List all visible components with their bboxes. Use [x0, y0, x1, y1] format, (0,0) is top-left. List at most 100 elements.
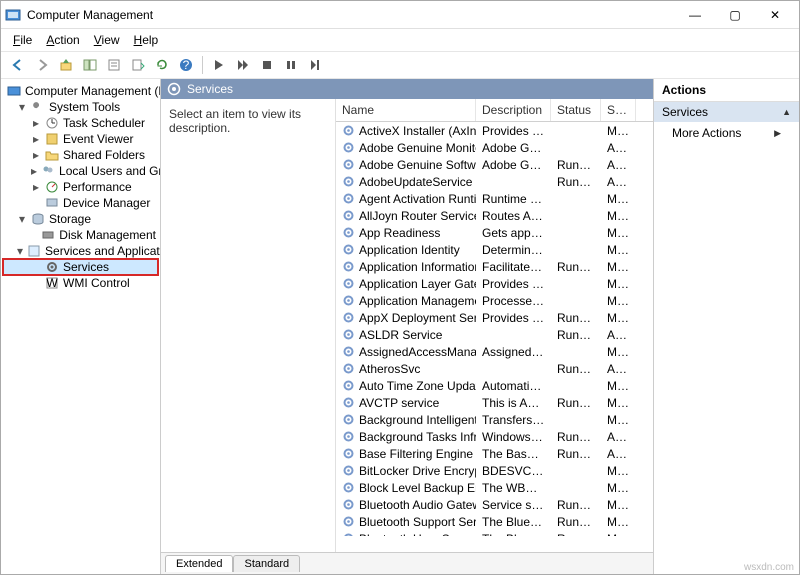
- tree-devmgr[interactable]: Device Manager: [3, 195, 158, 211]
- service-description: Runtime for ...: [476, 192, 551, 206]
- event-icon: [45, 132, 59, 146]
- toolbar-pause-button[interactable]: [280, 54, 302, 76]
- tree-item-label: Disk Management: [59, 228, 156, 242]
- service-row[interactable]: Application InformationFacilitates th...…: [336, 258, 653, 275]
- actions-more-actions[interactable]: More Actions ▶: [654, 122, 799, 144]
- tree-tasksched[interactable]: ▸Task Scheduler: [3, 115, 158, 131]
- service-description: Gets apps re...: [476, 226, 551, 240]
- toolbar-restart-button[interactable]: [304, 54, 326, 76]
- service-row[interactable]: AppX Deployment Service (A...Provides in…: [336, 309, 653, 326]
- toolbar-properties-button[interactable]: [103, 54, 125, 76]
- column-status[interactable]: Status: [551, 99, 601, 121]
- service-status: Running: [551, 311, 601, 325]
- menu-file[interactable]: File: [7, 31, 38, 49]
- expander-icon[interactable]: ▸: [31, 116, 41, 130]
- service-name: AVCTP service: [336, 396, 476, 410]
- expander-icon[interactable]: ▾: [17, 100, 27, 114]
- menu-view[interactable]: View: [88, 31, 126, 49]
- tree-systools[interactable]: ▾System Tools: [3, 99, 158, 115]
- toolbar-play-button[interactable]: [208, 54, 230, 76]
- service-name: ActiveX Installer (AxInstSV): [336, 124, 476, 138]
- maximize-button[interactable]: ▢: [715, 1, 755, 29]
- service-name: App Readiness: [336, 226, 476, 240]
- toolbar-show-hide-tree-button[interactable]: [79, 54, 101, 76]
- expander-icon[interactable]: ▸: [31, 164, 37, 178]
- expander-icon[interactable]: ▸: [31, 148, 41, 162]
- service-startup: Manu: [601, 294, 636, 308]
- expander-icon[interactable]: ▾: [17, 212, 27, 226]
- close-button[interactable]: ✕: [755, 1, 795, 29]
- toolbar-back-button[interactable]: [7, 54, 29, 76]
- service-row[interactable]: Background Intelligent Tran...Transfers …: [336, 411, 653, 428]
- storage-icon: [31, 212, 45, 226]
- service-icon: [342, 226, 355, 239]
- service-row[interactable]: Adobe Genuine Monitor Ser...Adobe Genu..…: [336, 139, 653, 156]
- service-row[interactable]: AVCTP serviceThis is Audio...RunningManu: [336, 394, 653, 411]
- service-startup: Autor: [601, 141, 636, 155]
- service-description: The WBENGI...: [476, 481, 551, 495]
- service-row[interactable]: Background Tasks Infrastruc...Windows in…: [336, 428, 653, 445]
- tree-wmi[interactable]: WWMI Control: [3, 275, 158, 291]
- actions-section-label: Services: [662, 105, 708, 119]
- service-name: Application Layer Gateway S...: [336, 277, 476, 291]
- tree-eventvwr[interactable]: ▸Event Viewer: [3, 131, 158, 147]
- tree-services[interactable]: Services: [3, 259, 158, 275]
- expander-icon[interactable]: ▸: [31, 132, 41, 146]
- service-name: Background Intelligent Tran...: [336, 413, 476, 427]
- service-row[interactable]: ActiveX Installer (AxInstSV)Provides Use…: [336, 122, 653, 139]
- service-row[interactable]: Application Layer Gateway S...Provides s…: [336, 275, 653, 292]
- service-row[interactable]: Application IdentityDetermines ...Manu: [336, 241, 653, 258]
- tree-storage[interactable]: ▾Storage: [3, 211, 158, 227]
- toolbar-refresh-button[interactable]: [151, 54, 173, 76]
- tree-perf[interactable]: ▸Performance: [3, 179, 158, 195]
- service-icon: [342, 362, 355, 375]
- tab-extended[interactable]: Extended: [165, 555, 233, 572]
- service-row[interactable]: AdobeUpdateServiceRunningAutor: [336, 173, 653, 190]
- service-row[interactable]: Bluetooth Audio Gateway Ser...Service su…: [336, 496, 653, 513]
- toolbar-stop-button[interactable]: [256, 54, 278, 76]
- menubar: FileActionViewHelp: [1, 29, 799, 51]
- service-row[interactable]: Auto Time Zone UpdaterAutomaticall...Man…: [336, 377, 653, 394]
- horizontal-scrollbar[interactable]: [336, 536, 653, 552]
- toolbar-help-button[interactable]: ?: [175, 54, 197, 76]
- service-row[interactable]: Bluetooth Support ServiceThe Bluetoo...R…: [336, 513, 653, 530]
- watermark: wsxdn.com: [744, 562, 794, 573]
- tab-standard[interactable]: Standard: [233, 555, 300, 572]
- service-row[interactable]: Block Level Backup Engine S...The WBENGI…: [336, 479, 653, 496]
- service-row[interactable]: Application ManagementProcesses in...Man…: [336, 292, 653, 309]
- tree-shared[interactable]: ▸Shared Folders: [3, 147, 158, 163]
- tree-localusers[interactable]: ▸Local Users and Groups: [3, 163, 158, 179]
- device-icon: [45, 196, 59, 210]
- toolbar-up-button[interactable]: [55, 54, 77, 76]
- service-status: Running: [551, 498, 601, 512]
- service-rows[interactable]: ActiveX Installer (AxInstSV)Provides Use…: [336, 122, 653, 536]
- menu-help[interactable]: Help: [128, 31, 165, 49]
- menu-action[interactable]: Action: [40, 31, 85, 49]
- service-row[interactable]: Agent Activation Runtime_e...Runtime for…: [336, 190, 653, 207]
- service-row[interactable]: App ReadinessGets apps re...Manu: [336, 224, 653, 241]
- tree-diskmgmt[interactable]: Disk Management: [3, 227, 158, 243]
- service-row[interactable]: Adobe Genuine Software Int...Adobe Genu.…: [336, 156, 653, 173]
- service-row[interactable]: BitLocker Drive Encryption S...BDESVC ho…: [336, 462, 653, 479]
- actions-section-services[interactable]: Services ▲: [654, 102, 799, 122]
- service-name: BitLocker Drive Encryption S...: [336, 464, 476, 478]
- service-row[interactable]: AllJoyn Router ServiceRoutes AllJo...Man…: [336, 207, 653, 224]
- toolbar-play-all-button[interactable]: [232, 54, 254, 76]
- column-startup[interactable]: Startu: [601, 99, 636, 121]
- service-row[interactable]: AtherosSvcRunningAutor: [336, 360, 653, 377]
- service-row[interactable]: ASLDR ServiceRunningAutor: [336, 326, 653, 343]
- service-name: AdobeUpdateService: [336, 175, 476, 189]
- minimize-button[interactable]: —: [675, 1, 715, 29]
- column-description[interactable]: Description: [476, 99, 551, 121]
- expander-icon[interactable]: ▾: [17, 244, 23, 258]
- toolbar-export-list-button[interactable]: [127, 54, 149, 76]
- tree-svcapps[interactable]: ▾Services and Applications: [3, 243, 158, 259]
- expander-icon[interactable]: ▸: [31, 180, 41, 194]
- tree-root[interactable]: Computer Management (Local): [3, 83, 158, 99]
- service-row[interactable]: AssignedAccessManager Ser...AssignedAcc.…: [336, 343, 653, 360]
- toolbar-forward-button[interactable]: [31, 54, 53, 76]
- service-row[interactable]: Base Filtering EngineThe Base Filt...Run…: [336, 445, 653, 462]
- service-name: AppX Deployment Service (A...: [336, 311, 476, 325]
- svg-text:?: ?: [183, 58, 190, 72]
- column-name[interactable]: Name: [336, 99, 476, 121]
